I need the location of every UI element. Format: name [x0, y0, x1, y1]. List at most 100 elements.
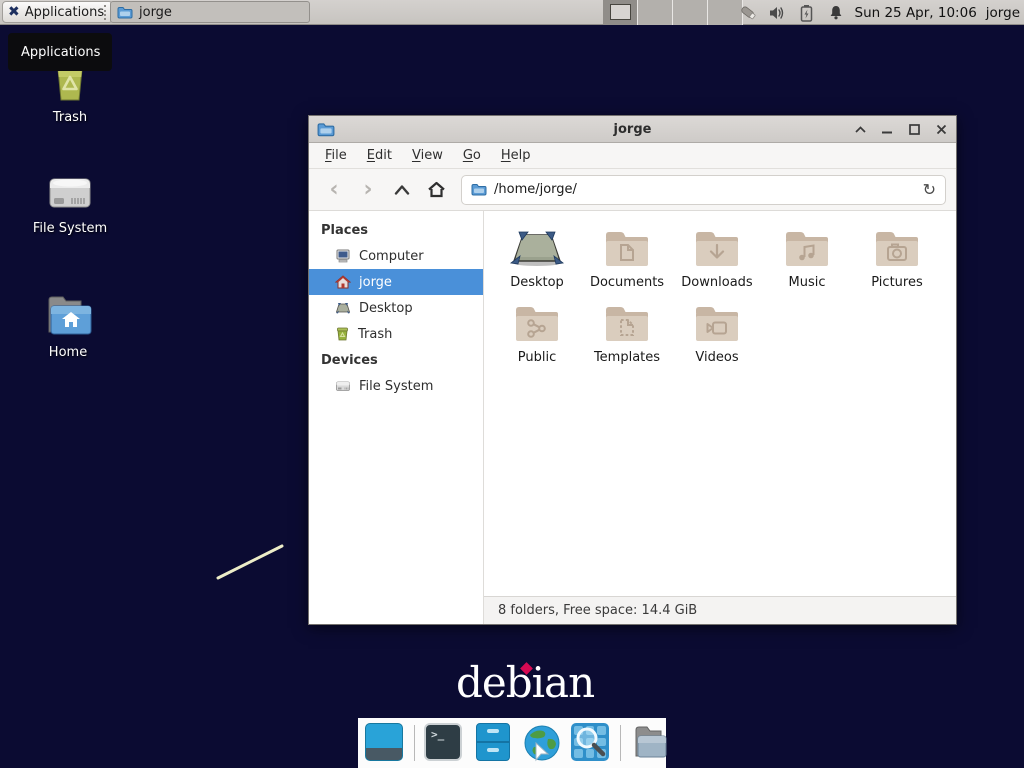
file-manager-window: jorge File Edit View Go Help ‹ ›: [308, 115, 957, 625]
computer-icon: [335, 249, 351, 263]
folder-item-videos[interactable]: Videos: [672, 300, 762, 365]
tooltip-text: Applications: [21, 45, 100, 60]
menu-file[interactable]: File: [317, 145, 355, 166]
user-menu[interactable]: jorge: [986, 5, 1020, 21]
folder-item-desktop[interactable]: Desktop: [492, 225, 582, 290]
status-text: 8 folders, Free space: 14.4 GiB: [498, 603, 697, 618]
videos-folder-icon: [672, 300, 762, 348]
notification-bell-icon[interactable]: [826, 3, 846, 23]
path-text[interactable]: /home/jorge/: [494, 182, 916, 197]
desktop-icon-label: Home: [20, 345, 116, 360]
show-desktop-icon: [365, 723, 403, 761]
folder-item-documents[interactable]: Documents: [582, 225, 672, 290]
folder-item-downloads[interactable]: Downloads: [672, 225, 762, 290]
maximize-button[interactable]: [907, 122, 921, 136]
terminal-button[interactable]: >_: [424, 723, 464, 763]
pointer-device-icon[interactable]: [739, 3, 759, 23]
desktop-icon-label: File System: [22, 221, 118, 236]
home-icon: [335, 275, 351, 289]
folder-shortcut-button[interactable]: [630, 723, 670, 763]
home-icon: [427, 181, 446, 198]
folder-item-music[interactable]: Music: [762, 225, 852, 290]
folder-item-pictures[interactable]: Pictures: [852, 225, 942, 290]
folder-label: Music: [762, 275, 852, 290]
menu-edit[interactable]: Edit: [359, 145, 400, 166]
taskbar-grip[interactable]: [104, 5, 108, 20]
terminal-icon: >_: [424, 723, 462, 761]
web-browser-button[interactable]: [522, 723, 562, 763]
hard-drive-icon: [335, 380, 351, 392]
window-folder-icon: [317, 122, 335, 137]
workspace-3[interactable]: [673, 0, 708, 25]
folder-label: Templates: [582, 350, 672, 365]
top-panel: ✖ Applications jorge: [0, 0, 1024, 25]
home-folder-icon: [20, 292, 116, 340]
xfce-logo-icon: ✖: [8, 5, 20, 19]
file-view[interactable]: Desktop: [484, 211, 956, 596]
globe-icon: [522, 723, 562, 763]
folder-label: Pictures: [852, 275, 942, 290]
folder-label: Downloads: [672, 275, 762, 290]
close-button[interactable]: [934, 122, 948, 136]
desktop-trapezoid-icon: [492, 225, 582, 273]
workspace-1[interactable]: [603, 0, 638, 25]
up-icon: [394, 184, 410, 195]
menu-help[interactable]: Help: [493, 145, 539, 166]
statusbar: 8 folders, Free space: 14.4 GiB: [484, 596, 956, 624]
cursor-trail-line: [210, 538, 294, 586]
workspace-2[interactable]: [638, 0, 673, 25]
path-bar[interactable]: /home/jorge/ ↻: [461, 175, 946, 205]
folder-label: Videos: [672, 350, 762, 365]
folder-label: Desktop: [492, 275, 582, 290]
back-icon: ‹: [329, 179, 338, 201]
trash-icon: [335, 327, 350, 341]
home-button[interactable]: [421, 175, 451, 205]
battery-icon[interactable]: [797, 3, 817, 23]
sidebar-item-label: File System: [359, 379, 433, 394]
forward-button[interactable]: ›: [353, 175, 383, 205]
documents-folder-icon: [582, 225, 672, 273]
app-finder-icon: [571, 723, 609, 761]
menu-go[interactable]: Go: [455, 145, 489, 166]
desktop-icon: [335, 302, 351, 315]
menu-view[interactable]: View: [404, 145, 451, 166]
sidebar-item-trash[interactable]: Trash: [309, 321, 483, 347]
sidebar-item-label: jorge: [359, 275, 392, 290]
menubar: File Edit View Go Help: [309, 143, 956, 169]
folder-label: Public: [492, 350, 582, 365]
up-button[interactable]: [387, 175, 417, 205]
folder-label: Documents: [582, 275, 672, 290]
dock-separator: [414, 725, 415, 761]
app-finder-button[interactable]: [571, 723, 611, 763]
window-titlebar[interactable]: jorge: [309, 116, 956, 143]
sidebar-header-devices: Devices: [309, 347, 483, 373]
volume-icon[interactable]: [768, 3, 788, 23]
folder-item-public[interactable]: Public: [492, 300, 582, 365]
reload-icon[interactable]: ↻: [923, 180, 936, 199]
sidebar-item-jorge[interactable]: jorge: [309, 269, 483, 295]
sidebar-item-label: Computer: [359, 249, 424, 264]
sidebar-header-places: Places: [309, 217, 483, 243]
sidebar-item-desktop[interactable]: Desktop: [309, 295, 483, 321]
clock[interactable]: Sun 25 Apr, 10:06: [855, 5, 977, 21]
applications-menu-button[interactable]: ✖ Applications: [2, 1, 113, 23]
music-folder-icon: [762, 225, 852, 273]
file-manager-button[interactable]: [473, 723, 513, 763]
folder-icon: [117, 6, 133, 19]
sidebar-item-computer[interactable]: Computer: [309, 243, 483, 269]
show-desktop-button[interactable]: [365, 723, 405, 763]
dock-separator: [620, 725, 621, 761]
debian-logo: debian: [456, 658, 594, 707]
shade-button[interactable]: [853, 122, 867, 136]
pictures-folder-icon: [852, 225, 942, 273]
folder-item-templates[interactable]: Templates: [582, 300, 672, 365]
desktop-icon-home[interactable]: Home: [20, 292, 116, 360]
taskbar-window-label: jorge: [139, 5, 172, 20]
taskbar-window-button[interactable]: jorge: [110, 1, 310, 23]
applications-tooltip: Applications: [8, 33, 112, 71]
minimize-button[interactable]: [880, 122, 894, 136]
desktop-icon-file-system[interactable]: File System: [22, 170, 118, 236]
sidebar-item-file-system[interactable]: File System: [309, 373, 483, 399]
workspace-switcher: [603, 0, 743, 25]
back-button[interactable]: ‹: [319, 175, 349, 205]
